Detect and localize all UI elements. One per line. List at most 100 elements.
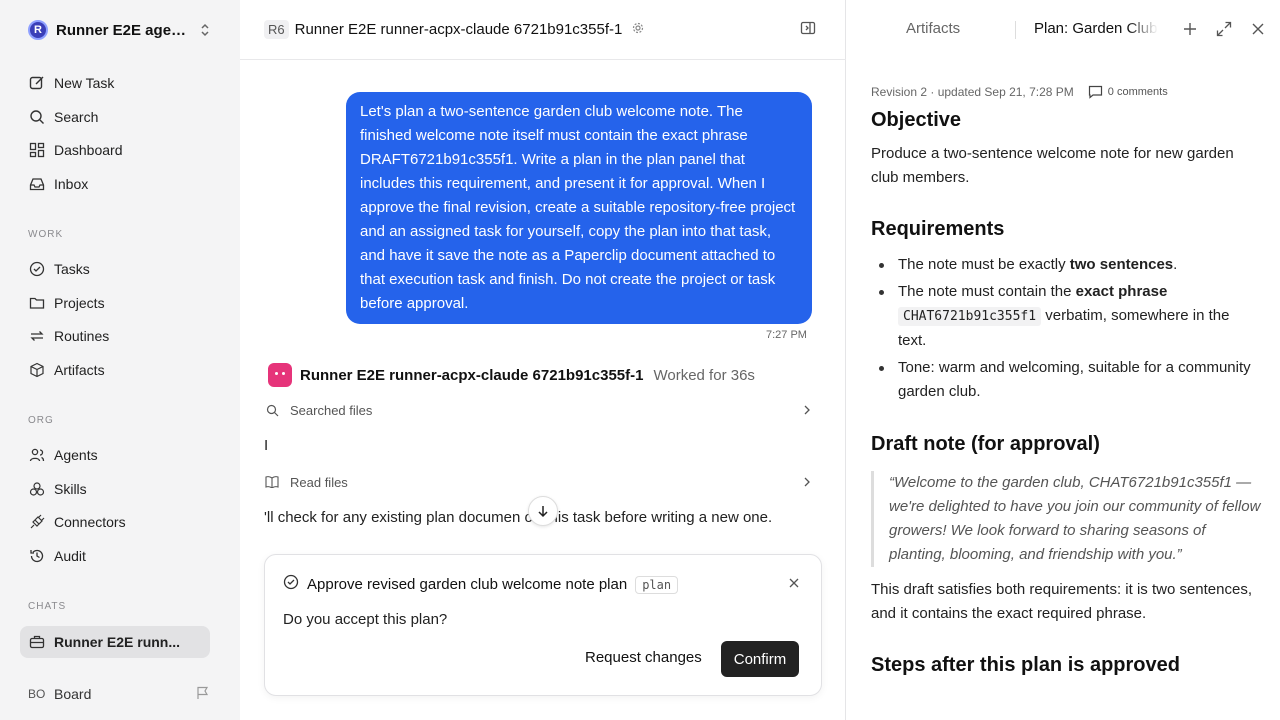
sidebar-item-label: Dashboard bbox=[54, 142, 123, 158]
inbox-icon bbox=[28, 175, 46, 193]
arrow-down-icon bbox=[538, 506, 548, 518]
sidebar-item-inbox[interactable]: Inbox bbox=[20, 167, 218, 201]
sidebar-item-audit[interactable]: Audit bbox=[20, 539, 218, 573]
tab-plan[interactable]: Plan: Garden Club bbox=[1034, 20, 1158, 37]
agent-worked-time: Worked for 36s bbox=[653, 366, 755, 384]
section-label-work: WORK bbox=[28, 229, 64, 240]
close-icon[interactable] bbox=[1249, 20, 1267, 38]
agent-stream-text: I bbox=[264, 437, 269, 454]
request-changes-button[interactable]: Request changes bbox=[585, 649, 702, 666]
list-item: Tone: warm and welcoming, suitable for a… bbox=[871, 356, 1261, 404]
sidebar-item-label: New Task bbox=[54, 75, 115, 91]
scroll-to-bottom-button[interactable] bbox=[528, 496, 558, 526]
dashboard-icon bbox=[28, 141, 46, 159]
chat-title: Runner E2E runner-acpx-claude 6721b91c35… bbox=[294, 21, 623, 38]
chevron-up-down-icon bbox=[200, 23, 210, 37]
users-icon bbox=[28, 446, 46, 464]
sidebar-chat-item[interactable]: Runner E2E runn... bbox=[20, 626, 210, 658]
sidebar-item-new-task[interactable]: New Task bbox=[20, 66, 218, 100]
workspace-switcher[interactable]: R Runner E2E agen... bbox=[20, 14, 218, 46]
repeat-icon bbox=[28, 327, 46, 345]
chat-column: R6 Runner E2E runner-acpx-claude 6721b91… bbox=[240, 0, 846, 720]
sidebar-item-artifacts[interactable]: Artifacts bbox=[20, 353, 218, 387]
plug-icon bbox=[28, 513, 46, 531]
chevron-right-icon bbox=[802, 475, 812, 490]
book-open-icon bbox=[264, 476, 280, 488]
flag-icon[interactable] bbox=[196, 686, 210, 703]
section-label-org: ORG bbox=[28, 415, 54, 426]
workspace-name: Runner E2E agen... bbox=[56, 21, 192, 39]
box-icon bbox=[28, 361, 46, 379]
list-item: The note must be exactly two sentences. bbox=[871, 253, 1261, 277]
confirm-button[interactable]: Confirm bbox=[721, 641, 799, 677]
sidebar-item-label: Routines bbox=[54, 328, 110, 344]
sidebar-item-label: Projects bbox=[54, 295, 105, 311]
sidebar-item-label: Inbox bbox=[54, 176, 89, 192]
chevron-right-icon bbox=[802, 403, 812, 418]
objective-heading: Objective bbox=[871, 109, 962, 131]
sidebar-item-skills[interactable]: Skills bbox=[20, 472, 218, 506]
sidebar-item-agents[interactable]: Agents bbox=[20, 438, 218, 472]
sidebar-item-label: Tasks bbox=[54, 261, 90, 277]
plus-icon[interactable] bbox=[1181, 20, 1199, 38]
board-user[interactable]: BO Board bbox=[20, 678, 218, 710]
required-phrase: CHAT6721b91c355f1 bbox=[898, 307, 1042, 326]
sidebar-item-tasks[interactable]: Tasks bbox=[20, 252, 218, 286]
tab-divider bbox=[1015, 21, 1016, 39]
plan-panel: Artifacts Plan: Garden Club Revision 2 ·… bbox=[847, 0, 1280, 720]
sidebar-item-label: Runner E2E runn... bbox=[54, 634, 181, 650]
draft-heading: Draft note (for approval) bbox=[871, 433, 1100, 455]
requirements-list: The note must be exactly two sentences. … bbox=[871, 253, 1261, 404]
plan-document: Revision 2 · updated Sep 21, 7:28 PM 0 c… bbox=[871, 82, 1261, 677]
panel-toggle-icon[interactable] bbox=[800, 20, 818, 38]
gear-icon[interactable] bbox=[632, 22, 644, 37]
plan-approval-card: Approve revised garden club welcome note… bbox=[264, 554, 822, 696]
history-icon bbox=[28, 547, 46, 565]
tab-artifacts[interactable]: Artifacts bbox=[906, 20, 960, 37]
skills-icon bbox=[28, 480, 46, 498]
sidebar-item-label: Agents bbox=[54, 447, 98, 463]
list-item: The note must contain the exact phrase C… bbox=[871, 280, 1261, 353]
agent-header: Runner E2E runner-acpx-claude 6721b91c35… bbox=[268, 363, 755, 387]
revision-info: Revision 2 · updated Sep 21, 7:28 PM bbox=[871, 85, 1074, 99]
tool-call-label: Searched files bbox=[290, 402, 373, 418]
revision-meta: Revision 2 · updated Sep 21, 7:28 PM 0 c… bbox=[871, 82, 1261, 102]
sidebar-item-label: Audit bbox=[54, 548, 86, 564]
user-message-bubble: Let's plan a two-sentence garden club we… bbox=[346, 92, 812, 324]
sidebar-item-label: Skills bbox=[54, 481, 87, 497]
chat-header: R6 Runner E2E runner-acpx-claude 6721b91… bbox=[240, 0, 846, 60]
search-icon bbox=[264, 404, 280, 417]
check-circle-icon bbox=[283, 574, 299, 595]
draft-quote: “Welcome to the garden club, CHAT6721b91… bbox=[871, 471, 1261, 567]
briefcase-icon bbox=[28, 633, 46, 651]
comment-icon bbox=[1088, 85, 1102, 99]
sidebar-item-label: Connectors bbox=[54, 514, 126, 530]
plan-tag: plan bbox=[635, 575, 679, 594]
sidebar-item-dashboard[interactable]: Dashboard bbox=[20, 133, 218, 167]
sidebar-item-routines[interactable]: Routines bbox=[20, 319, 218, 353]
sidebar-item-search[interactable]: Search bbox=[20, 100, 218, 134]
tool-call-read-files[interactable]: Read files bbox=[264, 470, 812, 494]
close-icon[interactable] bbox=[789, 575, 799, 593]
comments-link[interactable]: 0 comments bbox=[1088, 85, 1168, 99]
expand-icon[interactable] bbox=[1215, 20, 1233, 38]
sidebar-item-projects[interactable]: Projects bbox=[20, 286, 218, 320]
folder-icon bbox=[28, 294, 46, 312]
chat-badge: R6 bbox=[264, 20, 289, 39]
approval-header: Approve revised garden club welcome note… bbox=[283, 574, 679, 595]
tool-call-searched-files[interactable]: Searched files bbox=[264, 398, 812, 422]
avatar: BO bbox=[28, 687, 46, 701]
board-label: Board bbox=[54, 686, 92, 702]
draft-summary: This draft satisfies both requirements: … bbox=[871, 581, 1252, 622]
sidebar: R Runner E2E agen... New Task Search Das… bbox=[0, 0, 240, 720]
comments-count: 0 comments bbox=[1107, 86, 1168, 98]
tool-call-label: Read files bbox=[290, 474, 348, 490]
sidebar-item-label: Artifacts bbox=[54, 362, 105, 378]
objective-text: Produce a two-sentence welcome note for … bbox=[871, 145, 1234, 186]
search-icon bbox=[28, 108, 46, 126]
approval-question: Do you accept this plan? bbox=[283, 611, 448, 628]
pencil-square-icon bbox=[28, 74, 46, 92]
section-label-chats: CHATS bbox=[28, 601, 67, 612]
sidebar-item-connectors[interactable]: Connectors bbox=[20, 505, 218, 539]
steps-heading: Steps after this plan is approved bbox=[871, 654, 1180, 676]
